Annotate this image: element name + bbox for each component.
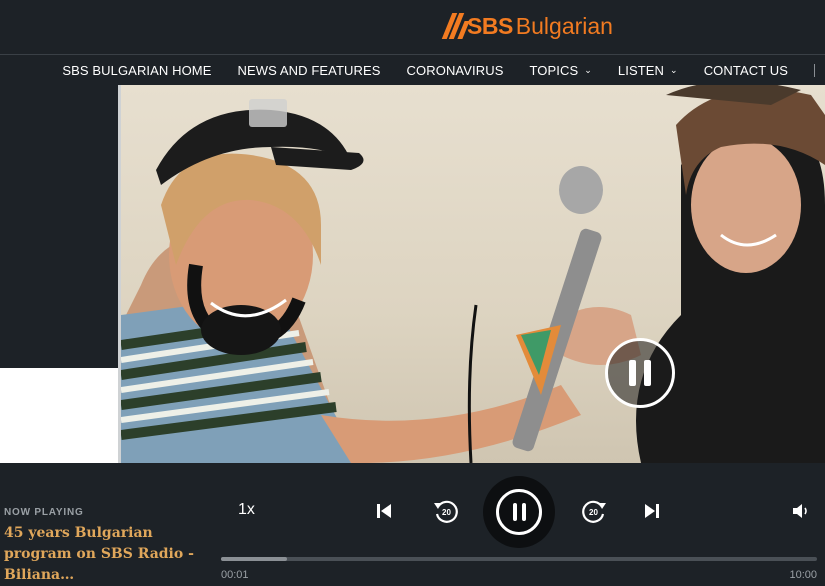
logo-sbs-text: SBS bbox=[467, 12, 513, 39]
rewind-20-icon: 20 bbox=[434, 500, 458, 523]
progress-bar[interactable] bbox=[221, 557, 817, 561]
chevron-down-icon: ⌄ bbox=[584, 64, 592, 75]
forward-seconds-label: 20 bbox=[589, 508, 598, 517]
nav-divider bbox=[814, 63, 815, 77]
nav-item-topics[interactable]: TOPICS ⌄ bbox=[529, 63, 591, 78]
nav-item-contact[interactable]: CONTACT US bbox=[704, 63, 788, 78]
skip-next-icon bbox=[645, 504, 659, 518]
now-playing-title[interactable]: 45 years Bulgarian program on SBS Radio … bbox=[4, 523, 214, 586]
rewind-20-button[interactable]: 20 bbox=[432, 497, 460, 525]
volume-icon bbox=[793, 504, 807, 518]
nav-label: CONTACT US bbox=[703, 62, 788, 78]
left-dark-panel bbox=[0, 85, 118, 368]
play-pause-ring bbox=[496, 489, 542, 535]
nav-label: NEWS AND FEATURES bbox=[237, 62, 381, 78]
main-nav: SBS BULGARIAN HOME NEWS AND FEATURES COR… bbox=[0, 55, 825, 85]
episode-photo bbox=[121, 85, 825, 463]
nav-item-coronavirus[interactable]: CORONAVIRUS bbox=[407, 63, 504, 78]
nav-item-listen[interactable]: LISTEN ⌄ bbox=[618, 63, 678, 78]
audio-player: NOW PLAYING 45 years Bulgarian program o… bbox=[0, 463, 825, 583]
current-time: 00:01 bbox=[221, 569, 249, 581]
progress-fill bbox=[221, 557, 287, 561]
forward-20-button[interactable]: 20 bbox=[580, 497, 608, 525]
play-pause-button[interactable] bbox=[483, 476, 555, 548]
nav-label: SBS BULGARIAN HOME bbox=[62, 62, 212, 78]
sbs-bulgarian-logo[interactable]: SBS Bulgarian bbox=[441, 10, 613, 42]
duration-time: 10:00 bbox=[789, 569, 817, 581]
nav-item-home[interactable]: SBS BULGARIAN HOME bbox=[62, 63, 211, 78]
playback-speed-button[interactable]: 1x bbox=[238, 501, 255, 519]
rewind-seconds-label: 20 bbox=[442, 508, 451, 517]
nav-label: TOPICS bbox=[529, 62, 579, 78]
now-playing-label: NOW PLAYING bbox=[4, 507, 84, 518]
volume-button[interactable] bbox=[792, 503, 810, 519]
site-header: SBS Bulgarian bbox=[0, 0, 825, 55]
nav-label: CORONAVIRUS bbox=[406, 62, 504, 78]
nav-label: LISTEN bbox=[617, 62, 665, 78]
skip-next-button[interactable] bbox=[642, 501, 662, 521]
chevron-down-icon: ⌄ bbox=[670, 64, 678, 75]
skip-previous-button[interactable] bbox=[374, 501, 394, 521]
pause-icon bbox=[629, 360, 651, 386]
photo-illustration bbox=[121, 85, 825, 463]
nav-item-news[interactable]: NEWS AND FEATURES bbox=[238, 63, 381, 78]
pause-icon bbox=[512, 503, 526, 521]
left-white-panel bbox=[0, 368, 118, 463]
skip-previous-icon bbox=[377, 504, 391, 518]
forward-20-icon: 20 bbox=[582, 500, 606, 523]
video-pause-button[interactable] bbox=[605, 338, 675, 408]
logo-language-text: Bulgarian bbox=[515, 12, 613, 39]
sbs-logo-icon bbox=[441, 13, 470, 39]
